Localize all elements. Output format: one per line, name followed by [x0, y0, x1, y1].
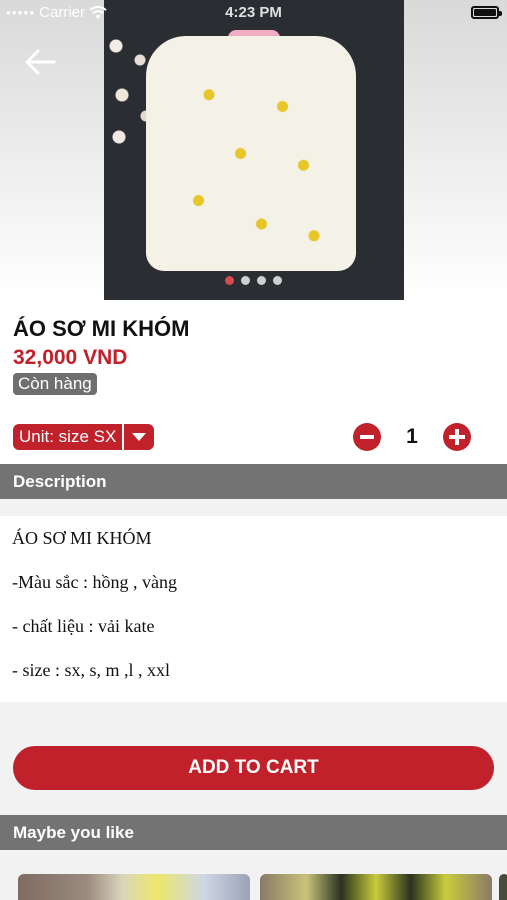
plus-circle-icon — [449, 429, 465, 445]
product-info: ÁO SƠ MI KHÓM 32,000 VND Còn hàng Unit: … — [0, 300, 507, 464]
image-pager — [0, 276, 507, 285]
unit-dropdown-button[interactable] — [124, 424, 155, 450]
product-image-carousel[interactable] — [0, 0, 507, 300]
pager-dot-active[interactable] — [225, 276, 234, 285]
product-title: ÁO SƠ MI KHÓM — [13, 316, 190, 341]
description-body: ÁO SƠ MI KHÓM -Màu sắc : hồng , vàng - c… — [0, 516, 507, 702]
shirt-illustration — [146, 36, 356, 271]
quantity-stepper[interactable]: 1 — [353, 423, 471, 451]
related-product-image — [18, 874, 250, 900]
minus-circle-icon — [360, 435, 374, 439]
pager-dot[interactable] — [273, 276, 282, 285]
status-time: 4:23 PM — [225, 4, 282, 21]
unit-label[interactable]: Unit: size SX — [13, 424, 123, 450]
pager-dot[interactable] — [241, 276, 250, 285]
back-button[interactable] — [22, 46, 58, 78]
caret-down-icon — [132, 433, 147, 441]
pager-dot[interactable] — [257, 276, 266, 285]
stock-badge: Còn hàng — [13, 373, 97, 395]
decrease-quantity-button[interactable] — [353, 423, 381, 451]
unit-selector[interactable]: Unit: size SX — [13, 424, 155, 450]
description-header: Description — [0, 464, 507, 499]
description-line: - size : sx, s, m ,l , xxl — [12, 660, 170, 680]
status-bar: ●●●●● Carrier 4:23 PM — [0, 0, 507, 26]
description-line: ÁO SƠ MI KHÓM — [12, 528, 152, 548]
related-product-card[interactable] — [260, 874, 492, 900]
related-product-image — [260, 874, 492, 900]
arrow-left-icon — [25, 49, 56, 75]
add-to-cart-button[interactable]: ADD TO CART — [13, 746, 494, 790]
battery-icon — [471, 6, 502, 19]
description-line: -Màu sắc : hồng , vàng — [12, 572, 177, 592]
related-product-card[interactable] — [499, 874, 507, 900]
related-product-card[interactable] — [18, 874, 250, 900]
quantity-value: 1 — [406, 425, 418, 448]
product-price: 32,000 VND — [13, 346, 128, 369]
related-products[interactable] — [0, 850, 507, 900]
description-line: - chất liệu : vải kate — [12, 616, 155, 636]
increase-quantity-button[interactable] — [443, 423, 471, 451]
related-product-image — [499, 874, 507, 900]
related-header: Maybe you like — [0, 815, 507, 850]
